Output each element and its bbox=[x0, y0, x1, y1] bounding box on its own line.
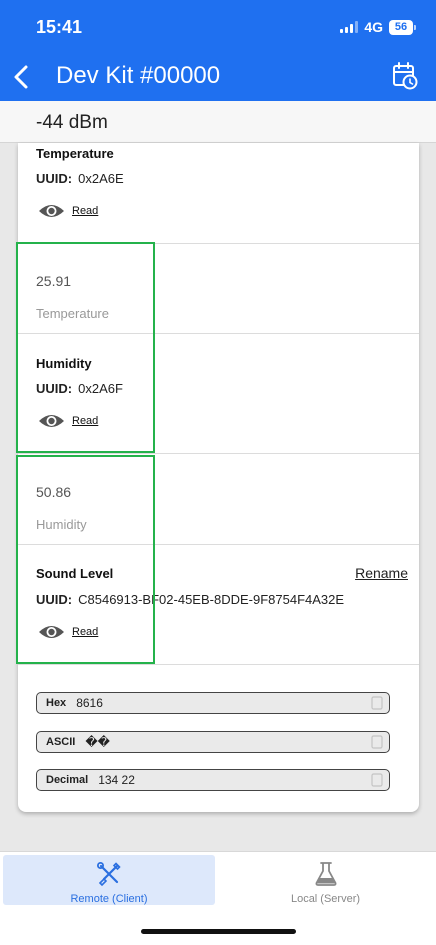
field-label: ASCII bbox=[46, 736, 76, 748]
status-time: 15:41 bbox=[36, 17, 83, 37]
uuid-value: 0x2A6E bbox=[78, 171, 124, 186]
tab-label: Remote (Client) bbox=[70, 893, 148, 905]
page-title: Dev Kit #00000 bbox=[56, 62, 221, 89]
status-indicators: 4G 56 bbox=[340, 19, 416, 35]
calendar-clock-icon[interactable] bbox=[392, 62, 418, 90]
field-value: 8616 bbox=[76, 696, 103, 710]
highlight-box bbox=[16, 242, 155, 453]
divider bbox=[18, 453, 419, 454]
read-link[interactable]: Read bbox=[72, 205, 98, 217]
hex-field[interactable]: Hex 8616 bbox=[36, 692, 390, 714]
chevron-left-icon[interactable] bbox=[8, 62, 38, 92]
ascii-field[interactable]: ASCII �� bbox=[36, 731, 390, 753]
tab-label: Local (Server) bbox=[290, 893, 361, 905]
flask-icon bbox=[315, 862, 336, 886]
field-label: Decimal bbox=[46, 774, 89, 786]
app-header: 15:41 4G 56 Dev Kit #00000 bbox=[0, 0, 436, 101]
uuid-label: UUID: bbox=[36, 171, 73, 186]
divider bbox=[18, 664, 419, 665]
field-value: �� bbox=[85, 735, 110, 749]
highlight-box bbox=[16, 455, 155, 664]
uuid-row: UUID: 0x2A6E bbox=[36, 171, 124, 186]
copy-icon[interactable] bbox=[371, 735, 383, 749]
field-label: Hex bbox=[46, 697, 67, 709]
field-value: 134 22 bbox=[98, 773, 135, 787]
rssi-bar: -44 dBm bbox=[0, 101, 436, 143]
home-indicator bbox=[141, 929, 296, 934]
tools-icon bbox=[97, 862, 121, 887]
copy-icon[interactable] bbox=[371, 773, 383, 787]
rename-button[interactable]: Rename bbox=[355, 565, 408, 581]
signal-icon bbox=[340, 21, 359, 33]
tab-local-server[interactable]: Local (Server) bbox=[218, 855, 433, 905]
tab-remote-client[interactable]: Remote (Client) bbox=[3, 855, 215, 905]
battery-level: 56 bbox=[389, 19, 413, 35]
decimal-field[interactable]: Decimal 134 22 bbox=[36, 769, 390, 791]
characteristic-name: Temperature bbox=[36, 146, 114, 161]
copy-icon[interactable] bbox=[371, 696, 383, 710]
read-button[interactable]: Read bbox=[38, 202, 98, 220]
battery-icon: 56 bbox=[389, 19, 416, 35]
eye-icon bbox=[39, 205, 64, 217]
network-type: 4G bbox=[364, 19, 383, 35]
rssi-value: -44 dBm bbox=[36, 112, 108, 133]
